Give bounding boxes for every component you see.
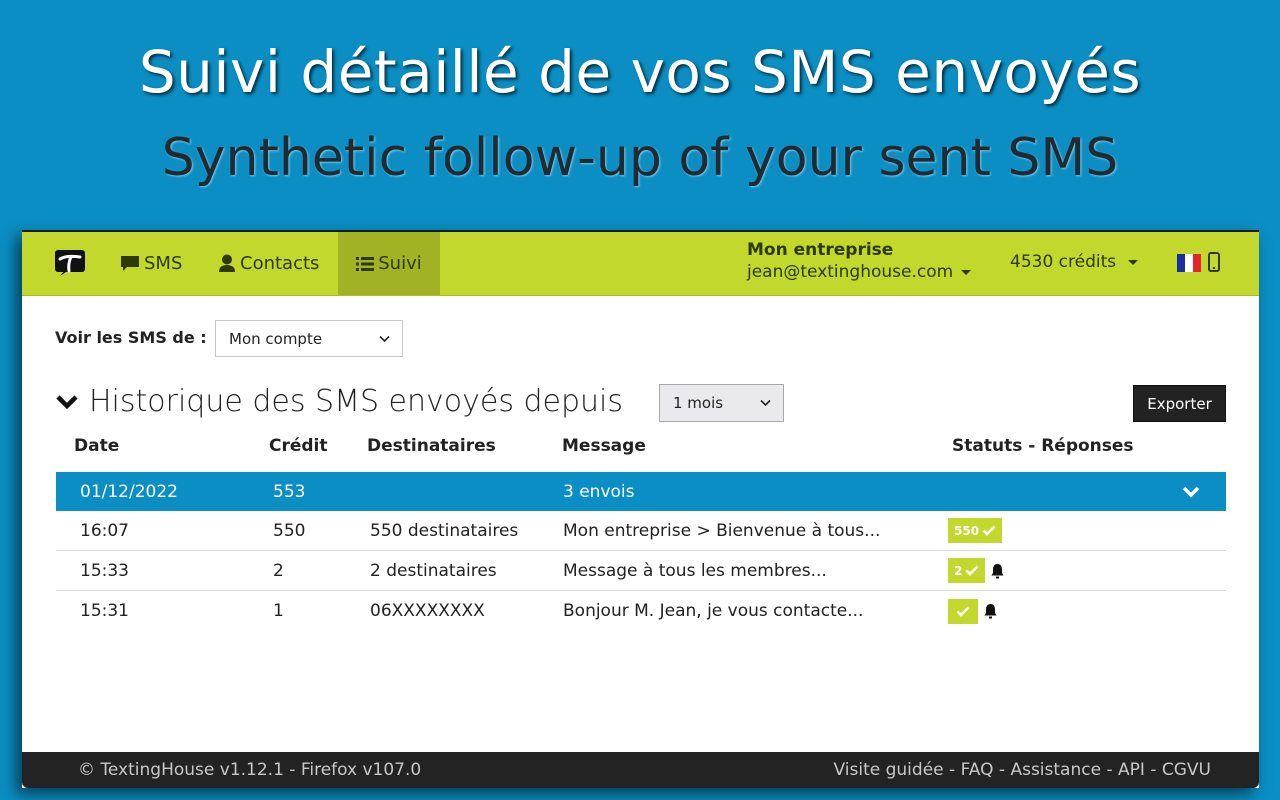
footer-link-cgvu[interactable]: CGVU bbox=[1162, 760, 1211, 780]
footer-separator: - bbox=[993, 760, 1011, 780]
table-row[interactable]: 16:07 550 550 destinataires Mon entrepri… bbox=[56, 511, 1226, 551]
banner-title-en: Synthetic follow-up of your sent SMS bbox=[161, 128, 1119, 188]
footer-link-support[interactable]: Assistance bbox=[1010, 760, 1101, 780]
nav-suivi-label: Suivi bbox=[378, 253, 422, 274]
check-icon bbox=[956, 606, 970, 617]
comment-icon bbox=[120, 255, 140, 273]
nav-suivi[interactable]: Suivi bbox=[338, 232, 440, 295]
chevron-down-icon bbox=[379, 335, 390, 342]
chevron-down-icon bbox=[55, 394, 79, 410]
row-credit: 550 bbox=[273, 520, 306, 541]
history-title-text: Historique des SMS envoyés depuis bbox=[89, 384, 624, 419]
chevron-down-icon bbox=[760, 399, 771, 407]
row-status: 550 bbox=[948, 511, 1003, 550]
delivered-badge[interactable]: 2 bbox=[948, 558, 986, 583]
account-email: jean@textinghouse.com bbox=[747, 262, 954, 282]
nav-contacts-label: Contacts bbox=[240, 253, 320, 274]
export-button[interactable]: Exporter bbox=[1133, 385, 1226, 422]
footer-link-tour[interactable]: Visite guidée bbox=[834, 760, 944, 780]
column-header-credit[interactable]: Crédit bbox=[269, 436, 328, 456]
france-flag-icon[interactable] bbox=[1177, 254, 1201, 272]
footer-separator: - bbox=[1144, 760, 1162, 780]
delivered-count: 550 bbox=[954, 523, 980, 538]
column-header-date[interactable]: Date bbox=[74, 436, 119, 456]
chevron-down-icon[interactable] bbox=[1182, 472, 1200, 511]
group-message: 3 envois bbox=[563, 481, 635, 502]
account-company: Mon entreprise bbox=[747, 240, 894, 260]
check-icon bbox=[982, 525, 996, 536]
credits-label: 4530 crédits bbox=[1010, 252, 1117, 272]
column-header-message[interactable]: Message bbox=[562, 436, 646, 456]
column-header-recipients[interactable]: Destinataires bbox=[367, 436, 496, 456]
caret-down-icon bbox=[961, 269, 972, 275]
navbar: SMS Contacts Suivi Mon entreprise jean@t… bbox=[22, 232, 1259, 296]
row-time: 16:07 bbox=[80, 520, 129, 541]
footer-separator: - bbox=[1101, 760, 1119, 780]
account-select[interactable]: Mon compte bbox=[215, 320, 403, 357]
row-time: 15:31 bbox=[80, 601, 129, 621]
footer-separator: - bbox=[943, 760, 961, 780]
nav-sms[interactable]: SMS bbox=[120, 232, 182, 295]
period-select-value: 1 mois bbox=[673, 394, 724, 412]
table-row[interactable]: 15:31 1 06XXXXXXXX Bonjour M. Jean, je v… bbox=[56, 591, 1226, 631]
mobile-phone-icon[interactable] bbox=[1208, 252, 1220, 272]
row-message: Message à tous les membres... bbox=[563, 560, 827, 581]
account-select-value: Mon compte bbox=[229, 329, 323, 348]
app-window: SMS Contacts Suivi Mon entreprise jean@t… bbox=[22, 230, 1259, 788]
credits-menu[interactable]: 4530 crédits bbox=[1010, 252, 1139, 272]
list-icon bbox=[356, 256, 375, 272]
row-status: 2 bbox=[948, 551, 1004, 590]
user-icon bbox=[218, 254, 236, 273]
account-email-row: jean@textinghouse.com bbox=[747, 262, 972, 282]
footer-link-faq[interactable]: FAQ bbox=[961, 760, 994, 780]
history-title[interactable]: Historique des SMS envoyés depuis bbox=[55, 384, 623, 419]
nav-contacts[interactable]: Contacts bbox=[218, 232, 319, 295]
row-time: 15:33 bbox=[80, 560, 129, 581]
row-credit: 1 bbox=[273, 601, 284, 621]
row-recipients: 06XXXXXXXX bbox=[370, 601, 485, 621]
row-recipients: 550 destinataires bbox=[370, 520, 519, 541]
banner-title-fr: Suivi détaillé de vos SMS envoyés bbox=[138, 38, 1142, 106]
period-select[interactable]: 1 mois bbox=[659, 384, 784, 422]
filter-label: Voir les SMS de : bbox=[55, 328, 207, 347]
footer-links: Visite guidée - FAQ - Assistance - API -… bbox=[834, 760, 1211, 780]
row-message: Bonjour M. Jean, je vous contacte... bbox=[563, 601, 864, 621]
account-menu[interactable]: Mon entreprise jean@textinghouse.com bbox=[747, 240, 972, 282]
history-table: 01/12/2022 553 3 envois 16:07 550 550 de… bbox=[56, 472, 1226, 631]
row-message: Mon entreprise > Bienvenue à tous... bbox=[563, 520, 881, 541]
table-row[interactable]: 15:33 2 2 destinataires Message à tous l… bbox=[56, 551, 1226, 591]
caret-down-icon bbox=[1128, 259, 1139, 265]
footer-link-api[interactable]: API bbox=[1118, 760, 1145, 780]
delivered-badge[interactable] bbox=[948, 598, 978, 624]
column-header-status[interactable]: Statuts - Réponses bbox=[952, 436, 1134, 456]
bell-icon[interactable] bbox=[984, 603, 997, 619]
delivered-badge[interactable]: 550 bbox=[948, 518, 1003, 543]
group-credit: 553 bbox=[273, 481, 306, 502]
nav-sms-label: SMS bbox=[144, 253, 183, 274]
check-icon bbox=[965, 565, 979, 576]
group-row[interactable]: 01/12/2022 553 3 envois bbox=[56, 472, 1226, 511]
row-credit: 2 bbox=[273, 560, 284, 581]
row-status bbox=[948, 591, 997, 631]
footer-version: © TextingHouse v1.12.1 - Firefox v107.0 bbox=[78, 760, 422, 780]
delivered-count: 2 bbox=[954, 563, 963, 578]
row-recipients: 2 destinataires bbox=[370, 560, 497, 581]
group-date: 01/12/2022 bbox=[80, 481, 178, 502]
textinghouse-logo[interactable] bbox=[54, 249, 86, 279]
footer: © TextingHouse v1.12.1 - Firefox v107.0 … bbox=[22, 752, 1259, 788]
bell-icon[interactable] bbox=[991, 563, 1004, 579]
